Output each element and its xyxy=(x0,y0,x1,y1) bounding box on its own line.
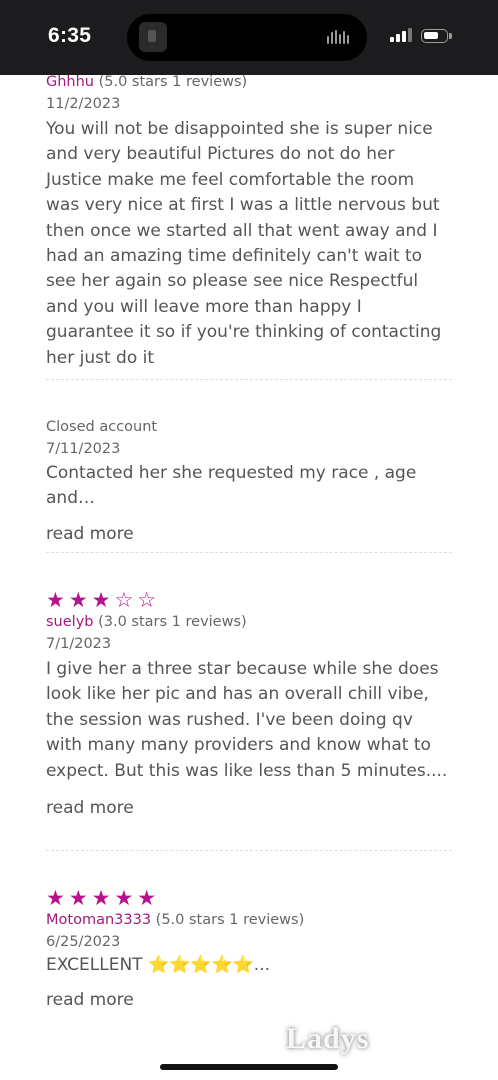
read-more-link[interactable]: read more xyxy=(46,798,452,818)
review-item: Closed account 7/11/2023 Contacted her s… xyxy=(46,419,452,544)
reviewer-name-link[interactable]: Motoman3333 xyxy=(46,912,151,928)
review-item: ★★★☆☆ suelyb (3.0 stars 1 reviews) 7/1/2… xyxy=(46,588,452,818)
reviewer-name: Closed account xyxy=(46,419,158,435)
now-playing-thumbnail xyxy=(139,22,167,52)
review-date: 7/11/2023 xyxy=(46,441,121,457)
review-author: suelyb (3.0 stars 1 reviews) xyxy=(46,614,452,630)
review-divider xyxy=(46,552,452,553)
watermark-logo: Ladys xyxy=(286,1022,370,1055)
audio-waveform-icon xyxy=(327,30,353,44)
status-time: 6:35 xyxy=(48,24,92,47)
review-body: I give her a three star because while sh… xyxy=(46,659,448,781)
review-divider xyxy=(46,379,452,380)
star-emoji-icon: ⭐⭐⭐⭐⭐ xyxy=(147,955,254,975)
review-divider xyxy=(46,850,452,851)
read-more-link[interactable]: read more xyxy=(46,990,452,1010)
dynamic-island[interactable] xyxy=(127,14,367,61)
reviewer-name-link[interactable]: Ghhhu xyxy=(46,74,94,90)
review-date: 7/1/2023 xyxy=(46,636,112,652)
review-author: Closed account xyxy=(46,419,452,435)
review-author: Ghhhu (5.0 stars 1 reviews) xyxy=(46,74,452,90)
review-body: Contacted her she requested my race , ag… xyxy=(46,463,417,509)
star-rating: ★★★★★ xyxy=(46,886,161,910)
review-item: ★★★★★ Motoman3333 (5.0 stars 1 reviews) … xyxy=(46,886,452,1010)
reviewer-meta: (5.0 stars 1 reviews) xyxy=(155,912,305,928)
review-date: 11/2/2023 xyxy=(46,96,121,112)
review-item: Ghhhu (5.0 stars 1 reviews) 11/2/2023 Yo… xyxy=(46,74,452,371)
review-author: Motoman3333 (5.0 stars 1 reviews) xyxy=(46,912,452,928)
reviewer-meta: (3.0 stars 1 reviews) xyxy=(98,614,247,630)
review-body: You will not be disappointed she is supe… xyxy=(46,119,442,368)
reviewer-meta: (5.0 stars 1 reviews) xyxy=(98,74,248,90)
battery-icon xyxy=(421,29,448,43)
star-rating: ★★★☆☆ xyxy=(46,588,161,612)
review-body-text: EXCELLENT xyxy=(46,955,143,975)
review-body: EXCELLENT ⭐⭐⭐⭐⭐... xyxy=(46,953,452,978)
home-indicator[interactable] xyxy=(160,1064,338,1070)
status-bar: 6:35 xyxy=(0,0,498,75)
read-more-link[interactable]: read more xyxy=(46,524,452,544)
review-date: 6/25/2023 xyxy=(46,934,121,950)
review-body-ellipsis: ... xyxy=(253,955,271,975)
cellular-signal-icon xyxy=(390,28,412,42)
reviewer-name-link[interactable]: suelyb xyxy=(46,614,93,630)
